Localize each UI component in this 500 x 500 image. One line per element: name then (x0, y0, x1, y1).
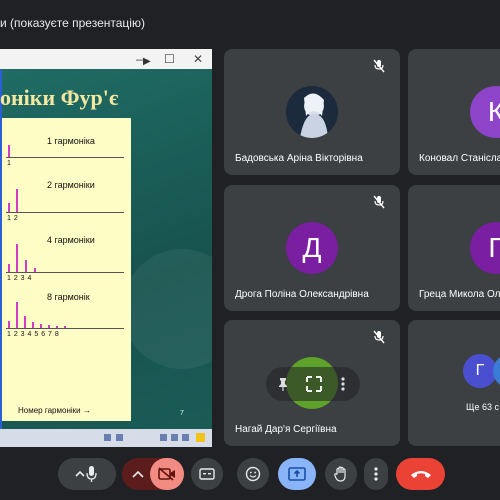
harmonic-bar (8, 145, 10, 157)
avatar: Г (470, 222, 500, 274)
captions-icon (199, 468, 215, 480)
tick-labels: 1 2 3 4 5 6 7 8 (7, 331, 60, 338)
present-screen-icon (288, 467, 306, 481)
close-window-button[interactable]: ✕ (193, 51, 203, 67)
raise-hand-button[interactable] (325, 458, 357, 490)
participant-tile[interactable]: Нагай Дар'я Сергіївна (224, 320, 400, 446)
fullscreen-icon[interactable] (304, 374, 324, 394)
avatar-photo (286, 86, 338, 138)
pin-icon[interactable] (276, 377, 290, 391)
x-axis-label: Номер гармоніки → (18, 406, 91, 415)
harmonic-bar (64, 326, 66, 328)
leave-call-button[interactable] (396, 458, 445, 490)
harmonic-bar (24, 316, 26, 328)
emoji-button[interactable] (237, 458, 269, 490)
presentation-window[interactable]: — ☐ ✕ ▶ оніки Фур'є 1 гармоніка 1 2 гарм… (0, 49, 212, 447)
window-titlebar: — ☐ ✕ ▶ (0, 49, 212, 69)
axis-line (6, 328, 124, 329)
more-vert-icon (374, 467, 378, 481)
camera-group[interactable] (122, 458, 184, 490)
more-participants-tile[interactable]: Г Ще 63 с (408, 320, 500, 446)
avatar: К (470, 86, 500, 138)
participant-name: Нагай Дар'я Сергіївна (235, 424, 337, 435)
harmonic-label: 2 гармоніки (47, 180, 95, 190)
presenting-notice: и (показуєте презентацію) (0, 16, 145, 30)
avatar: Д (286, 222, 338, 274)
harmonic-bar (16, 189, 18, 212)
participant-tile[interactable]: Г Греца Микола Ол (408, 185, 500, 311)
harmonic-bar (16, 244, 18, 272)
more-options-button[interactable] (364, 458, 388, 490)
maximize-button[interactable]: ☐ (164, 51, 175, 67)
captions-button[interactable] (191, 458, 223, 490)
view-sorter-icon[interactable] (171, 434, 178, 441)
slideshow-icon[interactable] (196, 433, 205, 442)
axis-line (6, 272, 124, 273)
anime-avatar-icon (286, 86, 338, 138)
present-button[interactable] (278, 458, 316, 490)
view-normal-icon[interactable] (160, 434, 167, 441)
hang-up-icon (410, 471, 431, 478)
harmonic-label: 1 гармоніка (47, 136, 95, 146)
axis-line (6, 157, 124, 158)
participant-tile[interactable]: К Коновал Станісла (408, 49, 500, 175)
participant-tile[interactable]: Д Дрога Поліна Олександрівна (224, 185, 400, 311)
participant-tile[interactable]: Бадовська Аріна Вікторівна (224, 49, 400, 175)
participant-name: Бадовська Аріна Вікторівна (235, 153, 363, 164)
view-reading-icon[interactable] (182, 434, 189, 441)
mic-off-icon (373, 59, 385, 73)
mic-off-icon (373, 195, 385, 209)
harmonic-bar (32, 322, 34, 328)
camera-off-button[interactable] (150, 458, 184, 490)
top-bar: и (показуєте презентацію) (0, 0, 500, 40)
emoji-icon (245, 466, 261, 482)
chevron-up-icon (75, 466, 97, 482)
harmonic-bar (25, 260, 27, 272)
avatar (493, 354, 500, 388)
harmonic-bar (16, 302, 18, 328)
mic-button[interactable] (58, 458, 116, 490)
tick-labels: 1 2 3 4 (7, 275, 32, 282)
slide-decoration (122, 249, 212, 369)
hand-icon (334, 466, 346, 482)
harmonic-bar (8, 203, 10, 212)
more-participants-label: Ще 63 с (466, 402, 499, 412)
tile-hover-controls (266, 367, 360, 401)
mic-off-icon (373, 330, 385, 344)
tick-labels: 1 (7, 160, 12, 167)
avatar: Г (463, 354, 497, 388)
slide-title: оніки Фур'є (0, 85, 119, 110)
harmonic-bar (56, 326, 58, 328)
harmonic-bar (40, 324, 42, 328)
presentation-status-bar (0, 429, 212, 447)
next-slide-icon[interactable] (116, 434, 123, 441)
harmonics-figure: 1 гармоніка 1 2 гармоніки 1 2 4 гармонік… (2, 118, 131, 421)
harmonic-label: 4 гармоніки (47, 235, 95, 245)
mouse-cursor-icon: ▶ (143, 56, 151, 67)
prev-slide-icon[interactable] (104, 434, 111, 441)
more-vert-icon[interactable] (340, 376, 346, 392)
participant-name: Коновал Станісла (419, 153, 500, 164)
harmonic-bar (48, 325, 50, 328)
tick-labels: 1 2 (7, 215, 19, 222)
participant-name: Греца Микола Ол (419, 289, 500, 300)
harmonic-bar (8, 321, 10, 328)
harmonic-bar (8, 264, 10, 272)
harmonic-bar (34, 268, 36, 272)
slide-page-number: 7 (180, 410, 184, 417)
harmonic-label: 8 гармонік (47, 292, 90, 302)
participant-name: Дрога Поліна Олександрівна (235, 289, 369, 300)
camera-off-icon (158, 467, 175, 481)
axis-line (6, 212, 124, 213)
chevron-up-icon[interactable] (132, 469, 144, 479)
